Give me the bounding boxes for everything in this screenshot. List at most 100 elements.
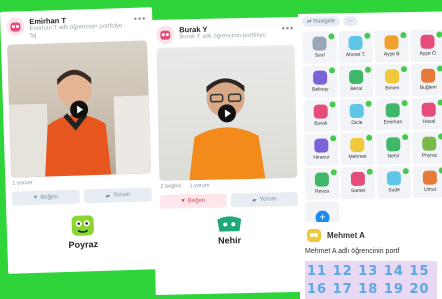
comment-button[interactable]: ▰ Yorum	[230, 191, 298, 208]
post-header: Emirhan T Emirhan T adlı öğrencinin port…	[0, 7, 153, 45]
like-button[interactable]: ♥ Beğen	[159, 193, 227, 209]
heart-icon: ♥	[181, 198, 185, 205]
monster-avatar-icon	[420, 34, 435, 49]
student-tile[interactable]: Hiranur	[304, 133, 339, 166]
student-tile[interactable]: Poyraz	[412, 131, 442, 165]
more-options-icon[interactable]: •••	[282, 23, 295, 33]
more-options-icon[interactable]: •••	[134, 13, 147, 23]
monster-avatar-icon	[349, 103, 364, 119]
student-tile-label: Burak	[314, 120, 328, 127]
monster-avatar-icon	[314, 138, 329, 153]
class-student-grid: ⇄ Rastgele ⋯ Sınıf Ahmet T. Ayşe B Ayşe Ö Be…	[298, 11, 442, 228]
student-tile[interactable]: Ayşe Ö	[410, 29, 442, 63]
filter-label: Rastgele	[313, 18, 336, 25]
monster-avatar-icon	[384, 35, 399, 50]
status-badge	[328, 33, 335, 40]
heart-icon: ♥	[33, 195, 38, 202]
student-tile-label: Emirhan	[383, 119, 403, 126]
monster-avatar-icon	[313, 104, 328, 119]
next-student-name[interactable]: Nehir	[218, 235, 241, 245]
post-actions: ♥ Beğen ▰ Yorum	[6, 186, 158, 209]
student-tile-label: Umut	[424, 186, 437, 193]
comment-button[interactable]: ▰ Yorum	[83, 187, 153, 204]
student-tile[interactable]: Ayşe B	[374, 30, 409, 63]
monster-avatar-icon	[312, 36, 327, 51]
status-badge	[438, 133, 442, 140]
like-count[interactable]: 2 beğeni	[160, 183, 181, 189]
status-badge	[364, 66, 372, 73]
sort-button[interactable]: ⋯	[342, 15, 359, 27]
status-badge	[436, 31, 442, 38]
student-tile-label: Sude	[388, 187, 400, 194]
student-tile[interactable]: Umut	[412, 165, 442, 199]
student-tile[interactable]: Samet	[340, 166, 376, 200]
student-tile-label: Nehir	[387, 153, 400, 160]
comment-count[interactable]: 1 yorum	[12, 180, 32, 187]
like-button[interactable]: ♥ Beğen	[11, 189, 81, 207]
student-tile[interactable]: Emirhan	[375, 98, 411, 131]
monster-avatar-icon	[420, 68, 436, 83]
status-badge	[366, 134, 373, 141]
status-badge	[402, 168, 409, 175]
monster-avatar-icon	[385, 103, 400, 118]
student-tile[interactable]: Hazal	[411, 97, 442, 131]
student-tile-label: Birsen	[385, 85, 400, 92]
student-tile[interactable]: Mehmet	[340, 132, 375, 166]
monster-avatar-icon	[348, 35, 363, 51]
status-badge	[400, 66, 408, 73]
student-tile[interactable]: Burak	[303, 99, 339, 132]
student-tile-label: Berat	[350, 85, 363, 93]
student-tile[interactable]: Berat	[338, 64, 374, 98]
student-tile[interactable]: Ahmet T.	[338, 30, 373, 64]
monster-avatar-icon	[422, 170, 437, 185]
number-banner-image[interactable]: 11 12 13 14 15 16 17 18 19 20 21 22 23 2…	[305, 261, 437, 299]
student-avatar[interactable]	[156, 25, 175, 44]
student-avatar[interactable]	[6, 17, 25, 36]
student-tile-label: Buğlem	[419, 84, 437, 91]
student-tile-label: Mehmet	[348, 153, 367, 161]
student-tile-label: Hiranur	[313, 154, 330, 161]
student-tile[interactable]: Sude	[376, 166, 412, 199]
comment-count[interactable]: 1 yorum	[190, 183, 210, 189]
video-thumbnail[interactable]	[7, 40, 152, 179]
sort-icon: ⋯	[347, 18, 354, 25]
status-badge	[329, 101, 336, 108]
status-badge	[401, 100, 408, 107]
post-subtitle: Burak Y adlı öğrencinin portfolyo	[179, 32, 266, 41]
student-grid: Sınıf Ahmet T. Ayşe B Ayşe Ö Belinay Berat Bir…	[298, 27, 442, 228]
student-tile[interactable]: Dicle	[339, 98, 375, 132]
status-badge	[437, 99, 442, 106]
status-badge	[402, 134, 409, 141]
post-subtitle: Mehmet A adlı öğrencinin portf	[305, 248, 400, 255]
student-tile-label: Samet	[350, 187, 366, 195]
student-tile[interactable]: Birsen	[374, 64, 410, 97]
post-actions: ♥ Beğen ▰ Yorum	[154, 190, 304, 211]
next-post-preview: Poyraz	[6, 210, 159, 253]
next-student-name[interactable]: Poyraz	[68, 239, 98, 250]
student-tile[interactable]: Sınıf	[302, 31, 337, 64]
monster-avatar-icon	[386, 171, 402, 186]
student-tile-label: Poyraz	[421, 152, 438, 159]
post-card-burak: Burak Y Burak Y adlı öğrencinin portfoly…	[150, 16, 306, 295]
student-tile[interactable]: Revza	[304, 167, 340, 200]
status-badge	[366, 168, 373, 175]
comment-label: Yorum	[112, 192, 131, 199]
comment-icon: ▰	[251, 197, 257, 204]
video-thumbnail[interactable]	[156, 44, 298, 181]
student-tile[interactable]: Buğlem	[410, 63, 442, 97]
monster-avatar-icon	[386, 137, 401, 152]
student-tile-label: Ayşe Ö	[419, 50, 436, 57]
post-card-emirhan: Emirhan T Emirhan T adlı öğrencinin port…	[0, 7, 161, 274]
student-tile[interactable]: Belinay	[302, 65, 338, 98]
monster-avatar-icon[interactable]	[305, 226, 323, 244]
student-tile-label: Revza	[314, 188, 330, 195]
play-icon[interactable]	[217, 103, 237, 123]
student-name[interactable]: Mehmet A	[327, 231, 365, 240]
status-badge	[330, 169, 337, 176]
monster-avatar-icon	[348, 69, 364, 85]
shuffle-filter-button[interactable]: ⇄ Rastgele	[302, 16, 341, 27]
student-tile[interactable]: Nehir	[376, 132, 411, 165]
monster-avatar-icon	[384, 69, 400, 84]
student-tile-label: Sınıf	[314, 52, 325, 59]
monster-avatar-icon	[422, 136, 437, 151]
